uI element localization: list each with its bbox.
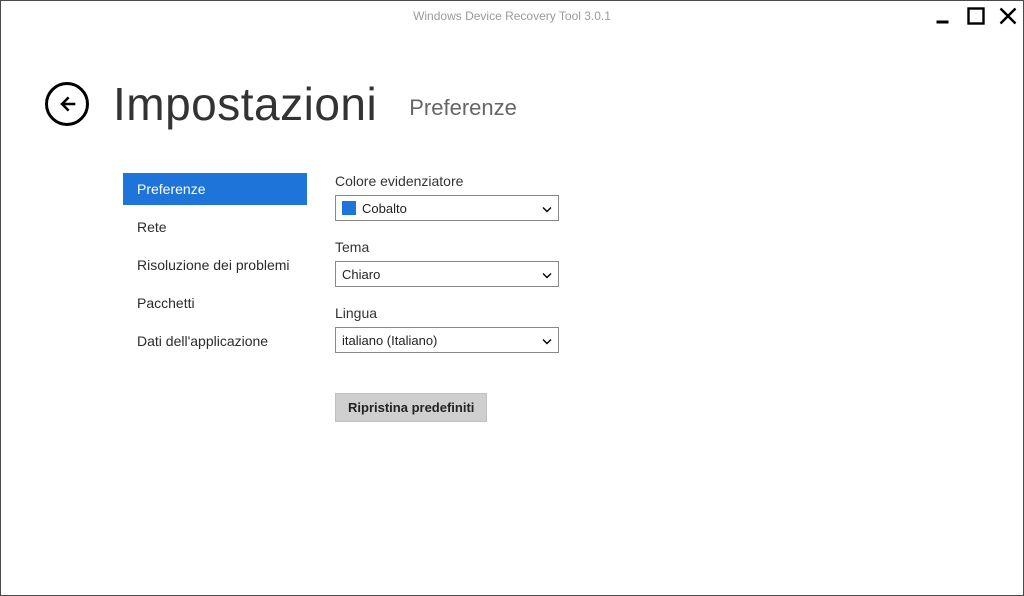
page-title: Impostazioni [113,77,377,131]
sidebar-item-troubleshooting[interactable]: Risoluzione dei problemi [123,249,307,281]
reset-defaults-button[interactable]: Ripristina predefiniti [335,393,487,422]
sidebar-item-label: Dati dell'applicazione [137,333,268,349]
sidebar-item-label: Preferenze [137,181,205,197]
close-button[interactable] [999,7,1017,25]
window-controls [935,1,1017,31]
theme-select[interactable]: Chiaro [335,261,559,287]
titlebar: Windows Device Recovery Tool 3.0.1 [1,1,1023,31]
language-label: Lingua [335,305,979,321]
page-header: Impostazioni Preferenze [45,77,979,131]
arrow-left-icon [57,94,77,114]
sidebar-item-preferences[interactable]: Preferenze [123,173,307,205]
highlight-color-field: Colore evidenziatore Cobalto [335,173,979,221]
back-button[interactable] [45,82,89,126]
color-swatch-icon [342,201,356,215]
highlight-color-label: Colore evidenziatore [335,173,979,189]
language-value: italiano (Italiano) [342,333,437,348]
sidebar-item-network[interactable]: Rete [123,211,307,243]
chevron-down-icon [542,333,552,348]
window-title: Windows Device Recovery Tool 3.0.1 [413,9,611,23]
theme-value: Chiaro [342,267,380,282]
language-field: Lingua italiano (Italiano) [335,305,979,353]
highlight-color-select[interactable]: Cobalto [335,195,559,221]
sidebar-item-appdata[interactable]: Dati dell'applicazione [123,325,307,357]
preferences-pane: Colore evidenziatore Cobalto Tema Chiaro [335,173,979,422]
chevron-down-icon [542,201,552,216]
theme-label: Tema [335,239,979,255]
theme-field: Tema Chiaro [335,239,979,287]
chevron-down-icon [542,267,552,282]
sidebar-item-label: Rete [137,219,167,235]
sidebar-item-label: Risoluzione dei problemi [137,257,290,273]
sidebar-item-packages[interactable]: Pacchetti [123,287,307,319]
language-select[interactable]: italiano (Italiano) [335,327,559,353]
page-subtitle: Preferenze [409,95,517,121]
sidebar-item-label: Pacchetti [137,295,195,311]
maximize-button[interactable] [967,7,985,25]
minimize-button[interactable] [935,7,953,25]
highlight-color-value: Cobalto [362,201,407,216]
sidebar: Preferenze Rete Risoluzione dei problemi… [123,173,307,422]
